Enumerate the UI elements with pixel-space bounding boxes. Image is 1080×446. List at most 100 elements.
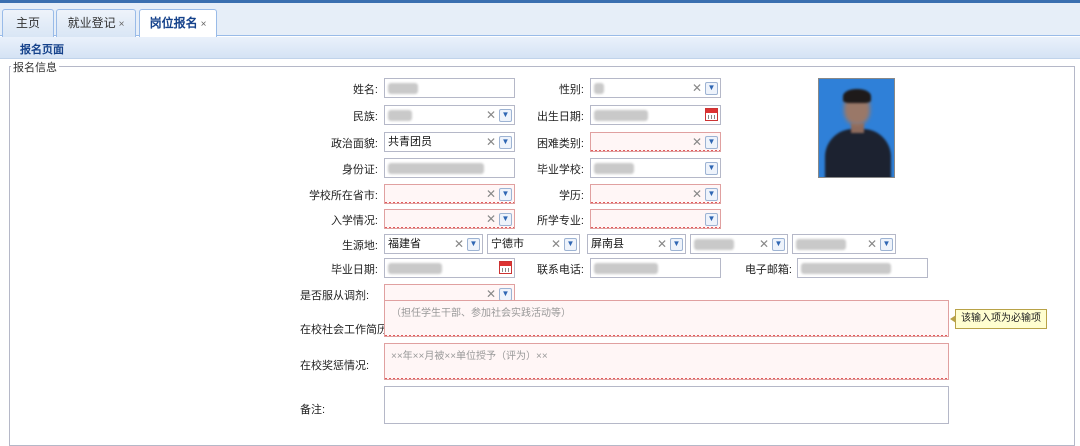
remarks-textarea[interactable] — [384, 386, 949, 424]
origin-county-select[interactable]: 屏南县 ✕ ▼ — [587, 234, 686, 254]
clear-icon[interactable]: ✕ — [486, 210, 496, 228]
enrollment-select[interactable]: ✕ ▼ — [384, 209, 515, 229]
redacted-value — [388, 262, 442, 274]
school-province-label: 学校所在省市: — [308, 190, 378, 202]
awards-textarea[interactable]: ××年××月被××单位授予（评为）×× — [384, 343, 949, 380]
chevron-down-icon[interactable]: ▼ — [705, 161, 718, 175]
gender-label: 性别: — [558, 84, 584, 96]
tab-label: 岗位报名 — [149, 16, 198, 30]
ethnicity-select[interactable]: ✕ ▼ — [384, 105, 515, 125]
gender-select[interactable]: ✕ ▼ — [590, 78, 721, 98]
tab-label: 就业登记 — [67, 16, 116, 30]
education-select[interactable]: ✕ ▼ — [590, 184, 721, 204]
chevron-down-icon[interactable]: ▼ — [499, 135, 512, 149]
graduation-date-field[interactable] — [384, 258, 515, 278]
education-label: 学历: — [558, 190, 584, 202]
chevron-down-icon[interactable]: ▼ — [705, 81, 718, 95]
origin-province-select[interactable]: 福建省 ✕ ▼ — [384, 234, 483, 254]
clear-icon[interactable]: ✕ — [867, 235, 877, 253]
school-province-select[interactable]: ✕ ▼ — [384, 184, 515, 204]
page-header: 报名页面 — [0, 37, 1080, 59]
origin-city-select[interactable]: 宁德市 ✕ ▼ — [487, 234, 580, 254]
chevron-down-icon[interactable]: ▼ — [499, 187, 512, 201]
chevron-down-icon[interactable]: ▼ — [467, 237, 480, 251]
clear-icon[interactable]: ✕ — [692, 79, 702, 97]
redacted-value — [594, 262, 658, 274]
name-label: 姓名: — [352, 84, 378, 96]
origin-city-value: 宁德市 — [491, 238, 524, 250]
photo-hair — [843, 89, 871, 103]
phone-label: 联系电话: — [536, 264, 584, 276]
chevron-down-icon[interactable]: ▼ — [705, 212, 718, 226]
awards-label: 在校奖惩情况: — [300, 360, 370, 372]
hardship-type-label: 困难类别: — [536, 138, 584, 150]
clear-icon[interactable]: ✕ — [759, 235, 769, 253]
chevron-down-icon[interactable]: ▼ — [564, 237, 577, 251]
political-status-value: 共青团员 — [388, 136, 432, 148]
origin-county-value: 屏南县 — [591, 238, 624, 250]
page-title: 报名页面 — [20, 44, 64, 56]
photo-body — [825, 129, 891, 177]
accept-transfer-label: 是否服从调剂: — [300, 290, 370, 302]
calendar-icon[interactable] — [705, 108, 718, 121]
redacted-value — [388, 109, 412, 121]
chevron-down-icon[interactable]: ▼ — [880, 237, 893, 251]
calendar-icon[interactable] — [499, 261, 512, 274]
redacted-value — [801, 262, 891, 274]
hardship-type-select[interactable]: ✕ ▼ — [590, 132, 721, 152]
birth-date-field[interactable] — [590, 105, 721, 125]
awards-placeholder: ××年××月被××单位授予（评为）×× — [391, 351, 548, 362]
remarks-label: 备注: — [300, 404, 326, 416]
chevron-down-icon[interactable]: ▼ — [499, 212, 512, 226]
fieldset-legend: 报名信息 — [11, 59, 59, 75]
redacted-value — [388, 82, 418, 94]
clear-icon[interactable]: ✕ — [486, 133, 496, 151]
tab-employment-registration[interactable]: 就业登记 × — [56, 9, 136, 37]
major-select[interactable]: ▼ — [590, 209, 721, 229]
tab-bar: 主页 就业登记 × 岗位报名 × — [0, 3, 1080, 38]
clear-icon[interactable]: ✕ — [692, 185, 702, 203]
major-label: 所学专业: — [536, 215, 584, 227]
work-history-textarea[interactable]: （担任学生干部、参加社会实践活动等） — [384, 300, 949, 337]
chevron-down-icon[interactable]: ▼ — [705, 187, 718, 201]
email-label: 电子邮箱: — [744, 264, 792, 276]
origin-village-select[interactable]: ✕ ▼ — [792, 234, 896, 254]
clear-icon[interactable]: ✕ — [486, 185, 496, 203]
chevron-down-icon[interactable]: ▼ — [705, 135, 718, 149]
required-field-tooltip: 该输入项为必输项 — [950, 309, 1047, 329]
redacted-value — [594, 82, 604, 94]
close-icon[interactable]: × — [201, 19, 207, 30]
id-card-label: 身份证: — [341, 164, 378, 176]
origin-label: 生源地: — [341, 240, 378, 252]
chevron-down-icon[interactable]: ▼ — [499, 287, 512, 301]
redacted-value — [694, 238, 734, 250]
chevron-down-icon[interactable]: ▼ — [772, 237, 785, 251]
tab-home[interactable]: 主页 — [2, 9, 54, 37]
close-icon[interactable]: × — [119, 19, 125, 30]
name-input[interactable] — [384, 78, 515, 98]
redacted-value — [796, 238, 846, 250]
id-card-input[interactable] — [384, 158, 515, 178]
school-label: 毕业学校: — [536, 164, 584, 176]
birth-date-label: 出生日期: — [536, 111, 584, 123]
origin-province-value: 福建省 — [388, 238, 421, 250]
tab-label: 主页 — [15, 16, 40, 30]
enrollment-label: 入学情况: — [330, 215, 378, 227]
clear-icon[interactable]: ✕ — [551, 235, 561, 253]
chevron-down-icon[interactable]: ▼ — [670, 237, 683, 251]
phone-input[interactable] — [590, 258, 721, 278]
clear-icon[interactable]: ✕ — [486, 106, 496, 124]
clear-icon[interactable]: ✕ — [657, 235, 667, 253]
tab-job-application[interactable]: 岗位报名 × — [139, 9, 217, 38]
chevron-down-icon[interactable]: ▼ — [499, 108, 512, 122]
political-status-select[interactable]: 共青团员 ✕ ▼ — [384, 132, 515, 152]
origin-town-select[interactable]: ✕ ▼ — [690, 234, 788, 254]
clear-icon[interactable]: ✕ — [692, 133, 702, 151]
school-select[interactable]: ▼ — [590, 158, 721, 178]
email-input[interactable] — [797, 258, 928, 278]
redacted-value — [594, 162, 634, 174]
work-history-label: 在校社会工作简历: — [300, 324, 392, 336]
redacted-value — [388, 162, 484, 174]
graduation-date-label: 毕业日期: — [330, 264, 378, 276]
clear-icon[interactable]: ✕ — [454, 235, 464, 253]
